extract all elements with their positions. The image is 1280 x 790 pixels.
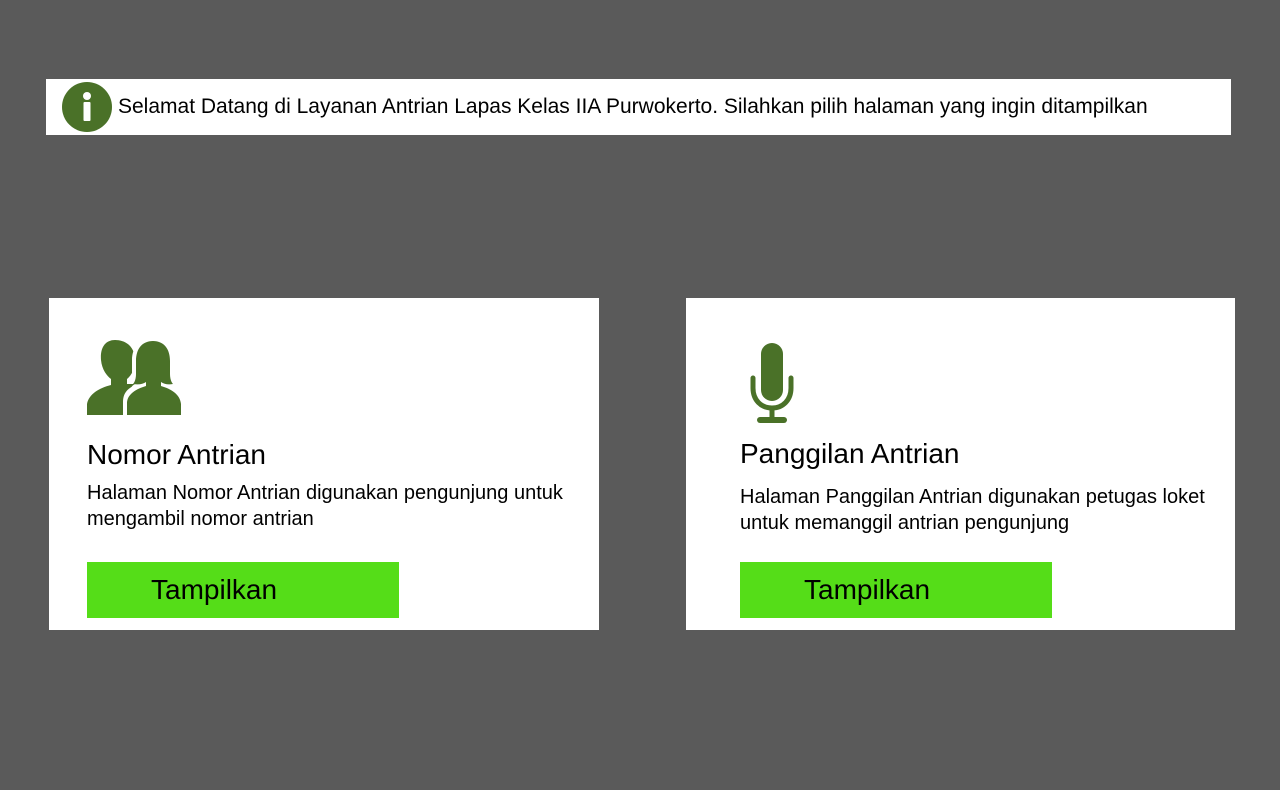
card-nomor-antrian: Nomor Antrian Halaman Nomor Antrian digu… [49,298,599,630]
users-icon [87,338,181,415]
card-title: Nomor Antrian [87,439,266,470]
card-description: Halaman Panggilan Antrian digunakan petu… [740,486,1205,534]
tampilkan-nomor-antrian-button[interactable]: Tampilkan [87,562,399,618]
card-description: Halaman Nomor Antrian digunakan pengunju… [87,482,563,530]
info-icon [62,82,112,132]
card-title: Panggilan Antrian [740,438,960,469]
tampilkan-panggilan-antrian-button[interactable]: Tampilkan [740,562,1052,618]
microphone-icon [750,343,794,423]
card-panggilan-antrian: Panggilan Antrian Halaman Panggilan Antr… [686,298,1235,630]
welcome-banner: Selamat Datang di Layanan Antrian Lapas … [46,79,1231,135]
welcome-message: Selamat Datang di Layanan Antrian Lapas … [118,95,1148,118]
